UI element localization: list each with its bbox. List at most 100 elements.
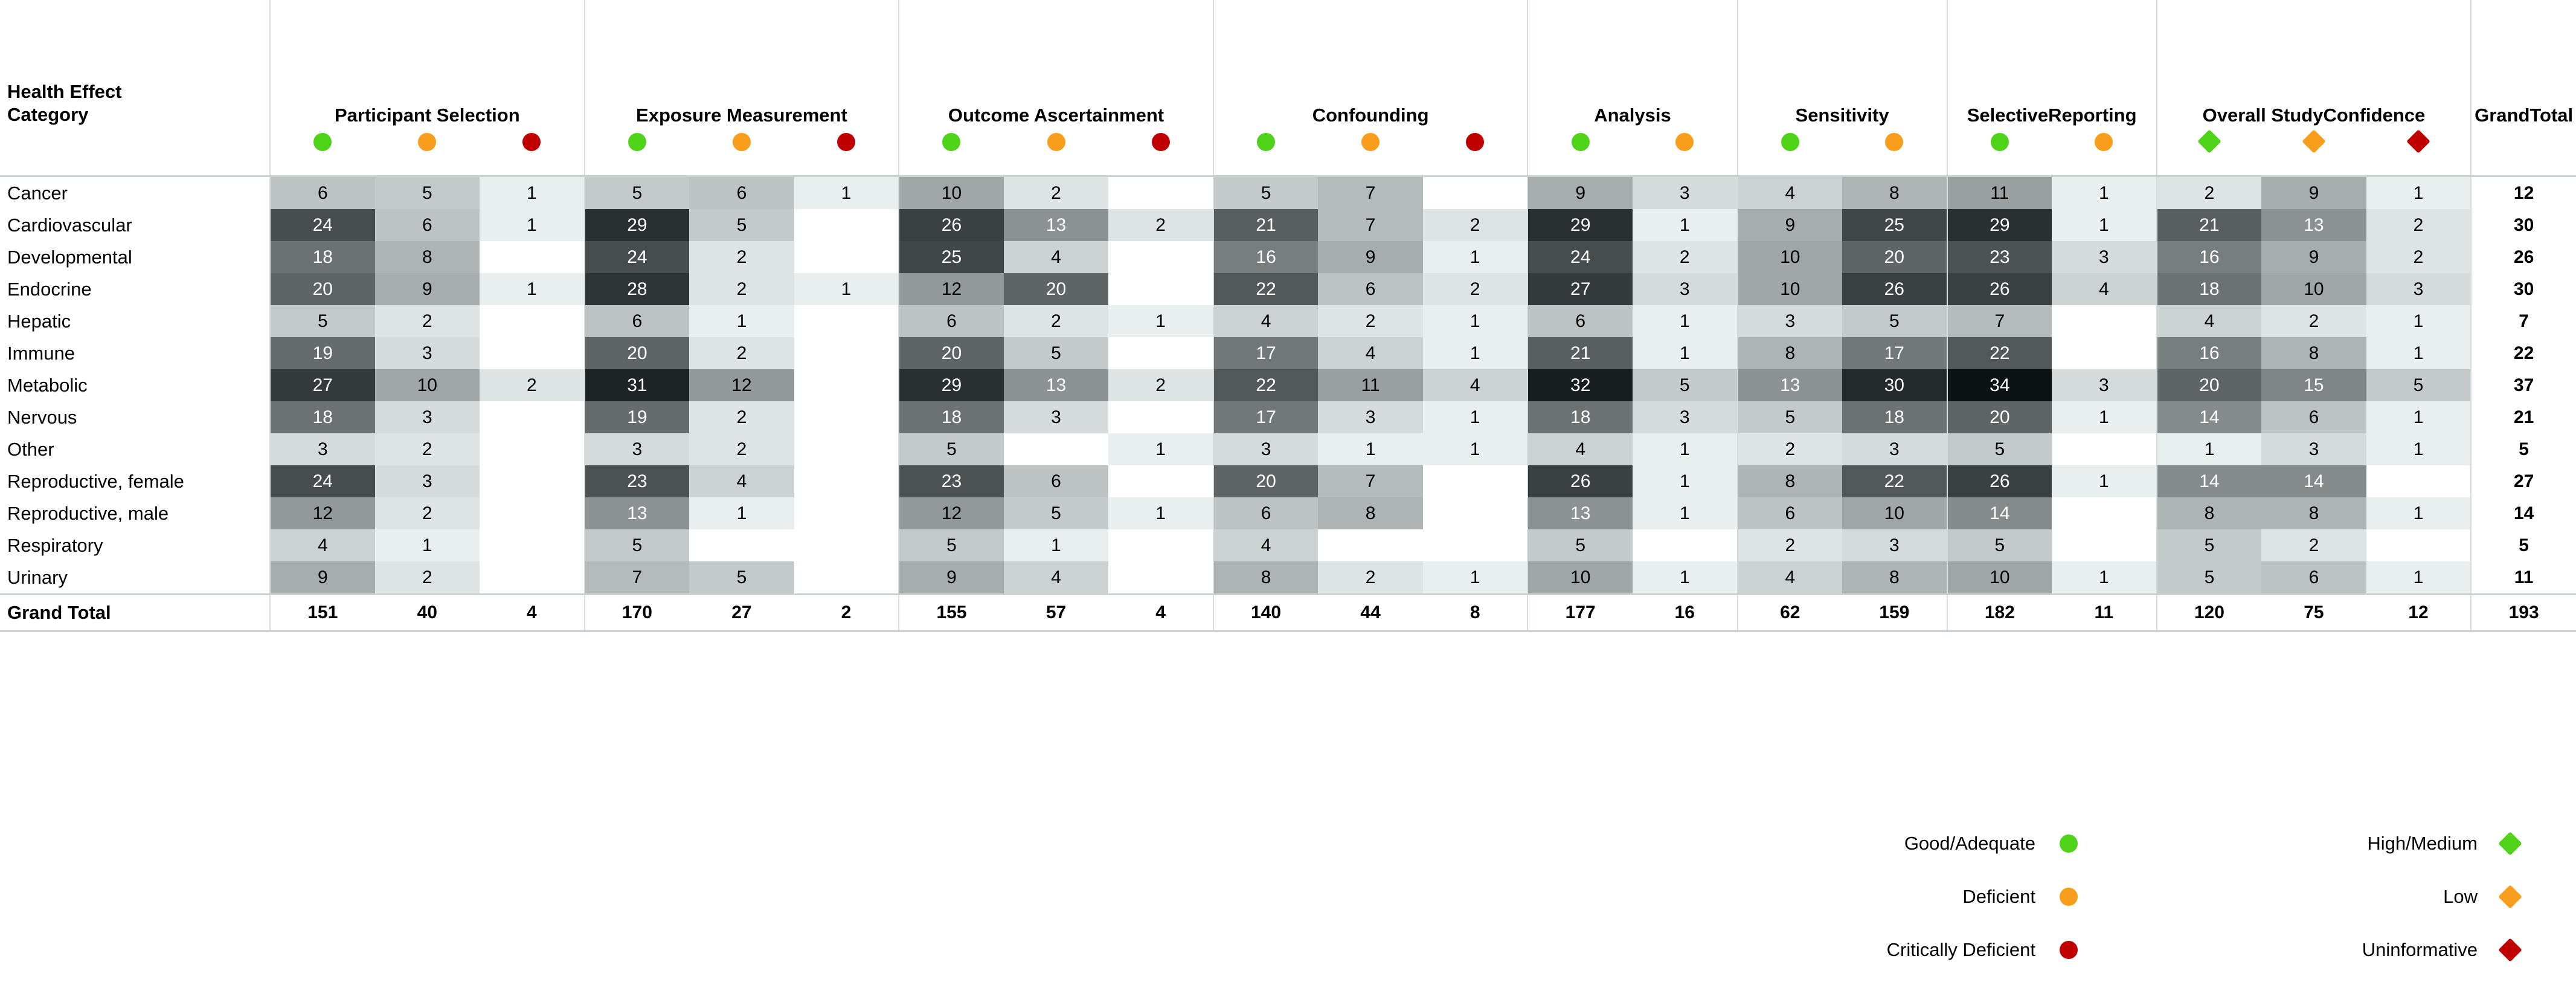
legend-item: High/Medium — [2180, 831, 2522, 856]
table-row: Cancer 6 5 1 5 6 1 10 2 5 7 9 3 4 8 11 1 2 9 1 12 — [0, 176, 2576, 209]
heatmap-cell — [2052, 497, 2157, 529]
legend-item: Low — [2180, 885, 2522, 909]
heatmap-cell: 6 — [2261, 561, 2366, 595]
heatmap-cell — [480, 561, 585, 595]
legend-label: Deficient — [1962, 886, 2035, 907]
group-label-line1: Selective — [1967, 105, 2049, 126]
heatmap-cell: 13 — [1003, 209, 1109, 241]
heatmap-cell: 5 — [374, 176, 480, 209]
legend-row: Good/Adequate High/Medium — [1739, 817, 2543, 870]
heatmap-cell: 10 — [1842, 497, 1947, 529]
overall-grand-total-cell: 193 — [2470, 593, 2576, 632]
group-label-line2: Confidence — [2323, 105, 2426, 126]
heatmap-cell: 4 — [2156, 305, 2262, 337]
heatmap-cell: 3 — [1736, 305, 1843, 337]
heatmap-cell: 1 — [1422, 433, 1528, 465]
heatmap-cell: 1 — [1422, 305, 1528, 337]
heatmap-cell: 4 — [689, 465, 794, 497]
heatmap-cell: 1 — [689, 305, 794, 337]
heatmap-cell: 1 — [1003, 529, 1109, 561]
heatmap-cell: 20 — [1842, 241, 1947, 273]
heatmap-cell: 2 — [2156, 176, 2262, 209]
rating-icon-cell — [2366, 129, 2472, 177]
table-row: Urinary 9 2 7 5 9 4 8 2 1 10 1 4 8 10 1 5 6 1 11 — [0, 561, 2576, 595]
heatmap-cell: 17 — [1212, 337, 1319, 369]
heatmap-cell: 3 — [2052, 241, 2157, 273]
heatmap-cell — [794, 497, 899, 529]
heatmap-cell: 18 — [1527, 401, 1633, 433]
red-circle-icon — [1151, 133, 1170, 151]
heatmap-cell: 2 — [1736, 529, 1843, 561]
row-header-line2: Category — [7, 104, 89, 126]
heatmap-cell: 1 — [480, 176, 585, 209]
table-body: Cancer 6 5 1 5 6 1 10 2 5 7 9 3 4 8 11 1 2 9 1 12 Cardiovascu… — [0, 176, 2576, 632]
heatmap-cell: 1 — [374, 529, 480, 561]
row-header-corner: Health Effect Category — [0, 0, 271, 133]
heatmap-cell: 13 — [1736, 369, 1843, 401]
grand-total-label: Grand Total — [0, 593, 271, 632]
heatmap-cell: 9 — [1736, 209, 1843, 241]
heatmap-cell: 5 — [583, 529, 690, 561]
green-circle-icon — [628, 133, 646, 151]
heatmap-cell: 2 — [480, 369, 585, 401]
heatmap-cell: 27 — [269, 369, 375, 401]
heatmap-cell: 1 — [689, 497, 794, 529]
rating-icon-cell — [583, 133, 690, 177]
heatmap-cell: 3 — [1632, 176, 1738, 209]
heatmap-cell: 5 — [1632, 369, 1738, 401]
column-total-cell: 16 — [1632, 593, 1738, 632]
heatmap-cell: 2 — [2261, 305, 2366, 337]
group-label-line2: Reporting — [2048, 105, 2137, 126]
orange-circle-icon — [418, 133, 437, 151]
rating-icon-cell — [1842, 133, 1947, 177]
heatmap-cell: 10 — [2261, 273, 2366, 305]
heatmap-cell: 2 — [374, 561, 480, 595]
heatmap-cell: 26 — [1946, 465, 2052, 497]
heatmap-cell: 5 — [1736, 401, 1843, 433]
heatmap-cell — [794, 401, 899, 433]
heatmap-cell: 29 — [583, 209, 690, 241]
red-diamond-icon — [2406, 129, 2430, 153]
heatmap-cell: 14 — [2156, 465, 2262, 497]
green-circle-icon — [313, 133, 332, 151]
column-total-cell: 11 — [2052, 593, 2157, 632]
heatmap-cell — [480, 401, 585, 433]
heatmap-cell: 10 — [1946, 561, 2052, 595]
legend: Good/Adequate High/Medium Deficient Low Crit… — [1739, 817, 2543, 977]
heatmap-cell — [689, 529, 794, 561]
heatmap-cell: 2 — [689, 241, 794, 273]
heatmap-cell: 3 — [1318, 401, 1423, 433]
heatmap-cell: 2 — [1422, 273, 1528, 305]
heatmap-cell: 29 — [1946, 209, 2052, 241]
heatmap-cell — [794, 561, 899, 595]
table-row: Cardiovascular 24 6 1 29 5 26 13 2 21 7 2 29 1 9 25 29 1 2… — [0, 209, 2576, 241]
row-grand-total-cell: 14 — [2470, 497, 2576, 529]
heatmap-cell: 6 — [1736, 497, 1843, 529]
heatmap-cell: 6 — [269, 176, 375, 209]
heatmap-cell: 9 — [374, 273, 480, 305]
icon-row-corner — [0, 133, 271, 177]
column-group-header-exposure-measurement: Exposure Measurement — [583, 0, 899, 133]
heatmap-cell: 1 — [1632, 465, 1738, 497]
heatmap-cell: 25 — [898, 241, 1004, 273]
heatmap-cell: 5 — [689, 209, 794, 241]
heatmap-cell — [1003, 433, 1109, 465]
heatmap-cell — [794, 337, 899, 369]
heatmap-cell: 5 — [2156, 529, 2262, 561]
heatmap-cell: 31 — [583, 369, 690, 401]
heatmap-cell — [2052, 529, 2157, 561]
heatmap-cell: 2 — [689, 273, 794, 305]
heatmap-cell: 6 — [1527, 305, 1633, 337]
pivot-table-figure: Health Effect Category Participant Selec… — [0, 0, 2576, 988]
orange-circle-icon — [1047, 133, 1065, 151]
heatmap-cell — [1318, 529, 1423, 561]
row-label-endocrine: Endocrine — [0, 273, 271, 305]
heatmap-cell: 27 — [1527, 273, 1633, 305]
heatmap-cell: 21 — [1527, 337, 1633, 369]
row-grand-total-cell: 12 — [2470, 176, 2576, 209]
heatmap-cell: 1 — [2052, 209, 2157, 241]
column-total-cell: 177 — [1527, 593, 1633, 632]
heatmap-cell — [794, 433, 899, 465]
heatmap-cell: 2 — [2261, 529, 2366, 561]
legend-label: Good/Adequate — [1904, 833, 2035, 854]
